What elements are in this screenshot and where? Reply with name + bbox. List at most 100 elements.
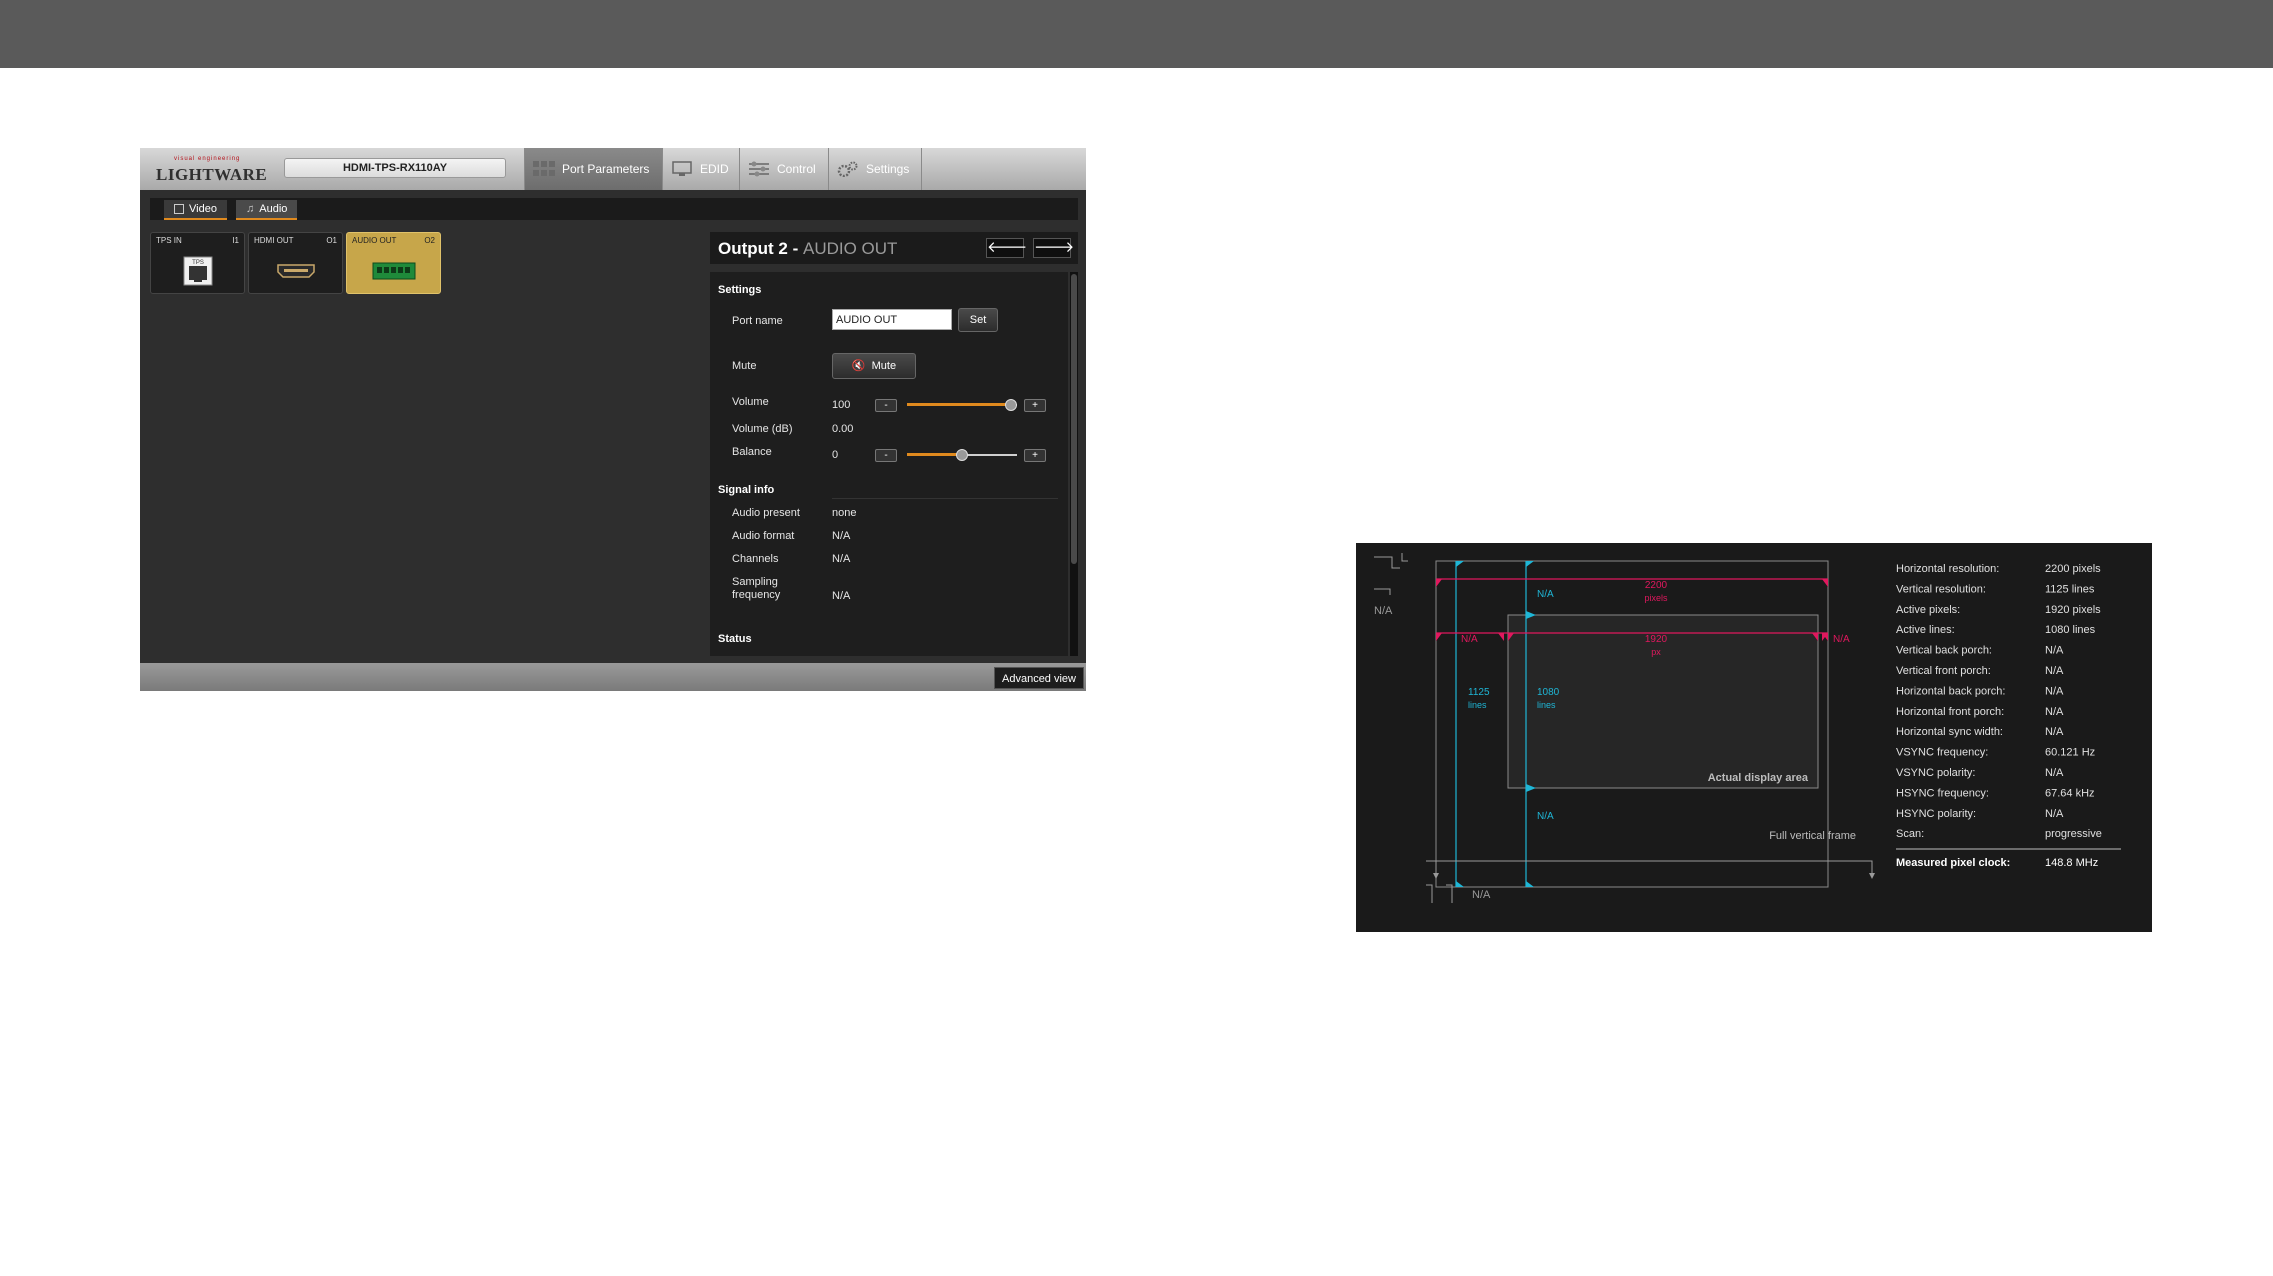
timing-info-label: Horizontal front porch: (1896, 706, 2004, 718)
timing-info-value: N/A (2045, 665, 2064, 677)
slider-fill (907, 453, 962, 456)
timing-info-label: Scan: (1896, 828, 1924, 840)
tab-audio[interactable]: ♫ Audio (236, 200, 298, 220)
device-name-field[interactable]: HDMI-TPS-RX110AY (284, 158, 506, 178)
tab-control[interactable]: Control (739, 148, 828, 190)
mute-button[interactable]: 🔇 Mute (832, 353, 916, 379)
tab-label: Port Parameters (562, 162, 650, 176)
advanced-view-button[interactable]: Advanced view (994, 667, 1084, 689)
active-lines-value: 1080 (1537, 687, 1560, 698)
mute-button-label: Mute (871, 360, 897, 372)
panel-title: Output 2 - AUDIO OUT (718, 239, 897, 259)
divider (832, 498, 1058, 499)
timing-info-value: 2200 pixels (2045, 563, 2101, 575)
timing-info-value: N/A (2045, 808, 2064, 820)
vsync-marks (1374, 553, 1408, 595)
port-label: TPS IN (156, 236, 182, 245)
output-settings-panel: Settings Port name Set Mute 🔇 Mute Volum… (710, 272, 1068, 656)
port-grid-icon (533, 161, 555, 177)
logo-tagline: visual engineering (174, 156, 241, 162)
timing-info-value: 1080 lines (2045, 624, 2096, 636)
panel-title-main: Output 2 - (718, 239, 799, 258)
tab-label: Settings (866, 162, 910, 176)
tab-edid[interactable]: EDID (662, 148, 739, 190)
timing-info-value: 60.121 Hz (2045, 747, 2095, 759)
volume-minus-button[interactable]: - (875, 399, 897, 412)
hback-na-label: N/A (1833, 634, 1850, 645)
panel-scrollbar[interactable] (1070, 272, 1078, 656)
tab-label: EDID (700, 162, 729, 176)
next-port-button[interactable]: 🡒 (1033, 238, 1074, 258)
volume-label: Volume (732, 396, 769, 408)
timing-info-value: 67.64 kHz (2045, 787, 2095, 799)
active-pixels-value: 1920 (1645, 634, 1668, 645)
signal-value: N/A (832, 530, 851, 542)
prev-port-button[interactable]: 🡐 (986, 238, 1027, 258)
timing-info-label: Vertical front porch: (1896, 665, 1991, 677)
pixel-clock-value: 148.8 MHz (2045, 857, 2098, 869)
port-label: HDMI OUT (254, 236, 294, 245)
monitor-icon (671, 161, 693, 177)
scrollbar-thumb[interactable] (1071, 274, 1077, 564)
output-panel-header: Output 2 - AUDIO OUT 🡐 🡒 (710, 232, 1078, 264)
rj45-connector-icon: TPS (151, 249, 244, 293)
tab-label: Video (189, 203, 217, 215)
status-heading: Status (718, 633, 752, 645)
signal-info-heading: Signal info (718, 484, 775, 496)
tab-video[interactable]: Video (164, 200, 227, 220)
timing-info-value: 1125 lines (2045, 583, 2095, 595)
hdmi-connector-icon (249, 249, 342, 293)
signal-label: Channels (732, 553, 779, 565)
port-audio-out[interactable]: AUDIO OUT O2 (346, 232, 441, 294)
volume-db-label: Volume (dB) (732, 423, 793, 435)
sub-tab-bar: Video ♫ Audio (150, 198, 1078, 220)
balance-value: 0 (832, 449, 839, 461)
slider-knob[interactable] (956, 449, 968, 461)
tab-port-parameters[interactable]: Port Parameters (524, 148, 662, 190)
timing-info-label: Active pixels: (1896, 604, 1960, 616)
balance-plus-button[interactable]: + (1024, 449, 1046, 462)
tab-settings[interactable]: Settings (828, 148, 922, 190)
speaker-muted-icon: 🔇 (851, 360, 866, 372)
logo-name: LIGHTWARE (156, 165, 268, 184)
port-name-input[interactable] (832, 309, 952, 330)
slider-fill (907, 403, 1011, 406)
volume-db-value: 0.00 (832, 423, 854, 435)
signal-label: Audio present (732, 507, 800, 519)
bottom-arrows (1433, 873, 1875, 879)
phoenix-connector-icon (347, 249, 440, 293)
tab-label: Audio (259, 203, 288, 215)
timing-diagram-svg: N/A N/A 2200 pixels N/A 1920 px N/A 1125 (1374, 553, 2121, 903)
hsync-marks (1426, 860, 1873, 903)
timing-diagram: N/A N/A 2200 pixels N/A 1920 px N/A 1125 (1356, 543, 2152, 932)
app-header: visual engineering LIGHTWARE HDMI-TPS-RX… (140, 148, 1086, 190)
lightware-app-window: visual engineering LIGHTWARE HDMI-TPS-RX… (140, 148, 1086, 691)
port-tps-in[interactable]: TPS IN I1 TPS (150, 232, 245, 294)
volume-plus-button[interactable]: + (1024, 399, 1046, 412)
pixel-clock-label: Measured pixel clock: (1896, 857, 2010, 869)
balance-label: Balance (732, 446, 772, 458)
actual-display-area-label: Actual display area (1708, 772, 1809, 784)
hfront-na-label: N/A (1461, 634, 1478, 645)
active-pixels-unit: px (1651, 647, 1661, 657)
timing-info-label: Vertical resolution: (1896, 583, 1986, 595)
set-button[interactable]: Set (958, 308, 998, 332)
volume-slider[interactable] (907, 398, 1017, 412)
port-hdmi-out[interactable]: HDMI OUT O1 (248, 232, 343, 294)
timing-info-label: Horizontal resolution: (1896, 563, 1999, 575)
timing-info-table: Horizontal resolution: 2200 pixels Vertica… (1896, 563, 2102, 840)
total-lines-value: 1125 (1468, 687, 1490, 698)
balance-slider[interactable] (907, 448, 1017, 462)
timing-info-value: N/A (2045, 685, 2064, 697)
signal-value: N/A (832, 553, 851, 565)
video-icon (174, 204, 184, 214)
total-pixels-unit: pixels (1644, 593, 1668, 603)
timing-info-value: progressive (2045, 828, 2102, 840)
top-banner (0, 0, 2273, 68)
balance-minus-button[interactable]: - (875, 449, 897, 462)
full-vertical-frame-label: Full vertical frame (1769, 830, 1856, 842)
timing-info-value: N/A (2045, 726, 2064, 738)
signal-label: Audio format (732, 530, 795, 542)
slider-knob[interactable] (1005, 399, 1017, 411)
settings-heading: Settings (718, 284, 762, 296)
